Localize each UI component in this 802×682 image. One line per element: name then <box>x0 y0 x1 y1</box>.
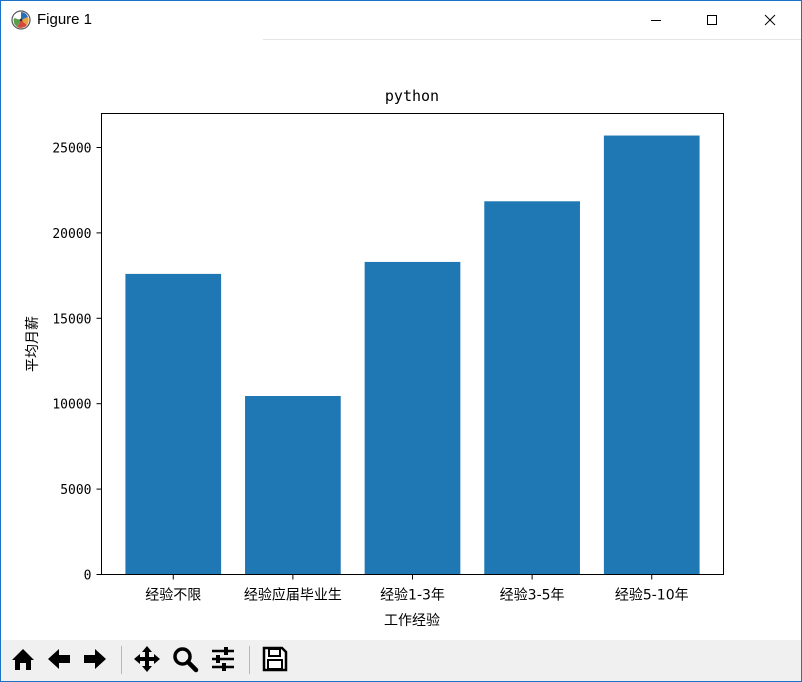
figure-canvas[interactable]: python 0 5000 10000 15000 20000 25000 经验不限 经验应… <box>1 40 801 640</box>
maximize-icon <box>707 15 717 25</box>
bar <box>245 396 341 575</box>
x-axis-label: 工作经验 <box>384 613 440 629</box>
minimize-icon <box>651 20 661 21</box>
zoom-magnifier-icon <box>173 647 199 673</box>
forward-button[interactable] <box>79 643 111 675</box>
bar <box>364 261 461 575</box>
close-button[interactable] <box>747 1 793 39</box>
configure-subplots-icon <box>212 647 234 671</box>
bar <box>484 201 580 575</box>
save-floppy-icon <box>262 646 288 672</box>
chart-title: python <box>385 87 439 105</box>
save-button[interactable] <box>259 643 291 675</box>
title-bar[interactable]: Figure 1 <box>1 1 801 39</box>
figure-window: Figure 1 python 0 5000 10000 15000 20000 2500… <box>0 0 802 682</box>
navigation-toolbar <box>1 640 801 681</box>
y-tick-label: 20000 <box>52 227 91 242</box>
bars-layer <box>125 135 700 575</box>
toolbar-separator <box>249 646 250 674</box>
y-tick-label: 0 <box>84 569 92 584</box>
x-tick-label: 经验应届毕业生 <box>244 587 342 604</box>
y-tick-label: 25000 <box>52 141 91 156</box>
forward-arrow-icon <box>84 649 106 669</box>
window-title: Figure 1 <box>37 11 93 28</box>
bar <box>603 135 700 575</box>
y-tick-label: 15000 <box>52 312 91 327</box>
y-tick-label: 10000 <box>52 398 91 413</box>
close-icon <box>764 14 776 26</box>
x-tick-label: 经验1-3年 <box>380 588 445 604</box>
bar <box>125 273 222 575</box>
minimize-button[interactable] <box>633 1 679 39</box>
pan-button[interactable] <box>131 643 163 675</box>
home-button[interactable] <box>7 643 39 675</box>
y-axis-ticks: 0 5000 10000 15000 20000 25000 <box>52 141 102 584</box>
bar-chart: python 0 5000 10000 15000 20000 25000 经验不限 经验应… <box>25 87 724 629</box>
x-tick-label: 经验5-10年 <box>615 588 689 604</box>
back-arrow-icon <box>48 649 70 669</box>
back-button[interactable] <box>43 643 75 675</box>
x-tick-label: 经验3-5年 <box>500 588 565 604</box>
maximize-button[interactable] <box>689 1 735 39</box>
y-tick-label: 5000 <box>60 483 91 498</box>
configure-subplots-button[interactable] <box>207 643 239 675</box>
x-tick-label: 经验不限 <box>145 588 201 604</box>
matplotlib-icon <box>11 10 31 30</box>
x-axis-ticks: 经验不限 经验应届毕业生 经验1-3年 经验3-5年 经验5-10年 <box>145 574 689 604</box>
pan-move-icon <box>134 646 160 672</box>
y-axis-label: 平均月薪 <box>25 316 41 372</box>
zoom-button[interactable] <box>169 643 201 675</box>
home-icon <box>12 649 34 670</box>
toolbar-separator <box>121 646 122 674</box>
